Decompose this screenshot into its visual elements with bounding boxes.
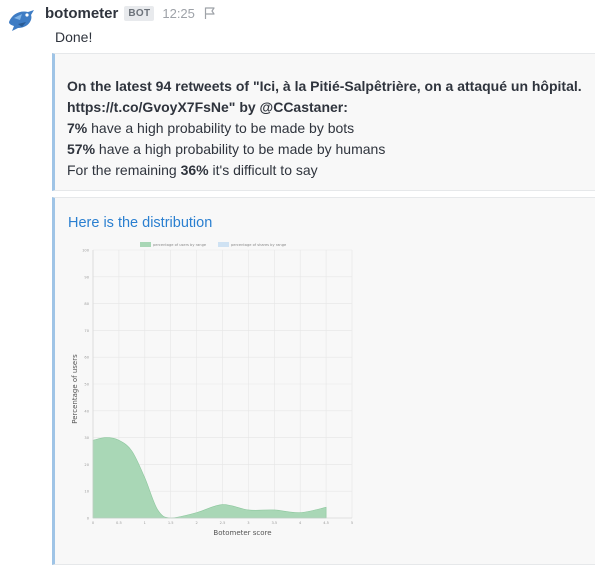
x-tick-label: 3	[247, 521, 249, 525]
distribution-title[interactable]: Here is the distribution	[68, 215, 212, 231]
y-tick-label: 60	[84, 356, 89, 360]
distribution-attachment: Here is the distribution 0 10 20 30 40 50 60 70…	[52, 197, 595, 565]
bots-percentage: 7%	[67, 120, 88, 136]
y-tick-label: 80	[84, 302, 89, 306]
bot-badge: BOT	[124, 5, 155, 21]
summary-line-2: https://t.co/GvoyX7FsNe" by @CCastaner:	[67, 99, 348, 115]
x-tick-label: 0	[92, 521, 95, 525]
humans-line: 57% have a high probability to be made b…	[67, 139, 595, 160]
x-tick-label: 3.5	[271, 521, 277, 525]
remaining-suffix: it's difficult to say	[208, 162, 318, 178]
x-tick-label: 1	[144, 521, 146, 525]
flag-icon[interactable]	[203, 6, 217, 20]
humans-percentage: 57%	[67, 141, 96, 157]
x-tick-label: 2.5	[220, 521, 226, 525]
x-tick-label: 4	[299, 521, 302, 525]
y-tick-label: 50	[84, 383, 89, 387]
bot-avatar[interactable]	[6, 4, 36, 34]
legend-swatch	[140, 242, 151, 247]
legend-swatch	[218, 242, 229, 247]
y-tick-label: 100	[82, 249, 90, 253]
bots-text: have a high probability to be made by bo…	[87, 120, 355, 136]
message-header: botometer BOT 12:25	[45, 3, 217, 23]
x-tick-label: 1.5	[168, 521, 174, 525]
chart-svg: 0 10 20 30 40 50 60 70 80 90 100 0 0.5 1 1.5 2 2.5 3 3.5 4 4…	[71, 242, 353, 537]
remaining-prefix: For the remaining	[67, 162, 181, 178]
legend-label: percentage of shares by range	[231, 243, 287, 247]
message-time[interactable]: 12:25	[162, 6, 195, 21]
humans-text: have a high probability to be made by hu…	[95, 141, 386, 157]
y-tick-label: 90	[84, 275, 89, 279]
users-area-series	[92, 437, 327, 519]
remaining-percentage: 36%	[180, 162, 209, 178]
x-axis-title: Botometer score	[213, 529, 271, 537]
y-tick-label: 40	[84, 409, 89, 413]
x-tick-label: 2	[195, 521, 197, 525]
y-tick-label: 0	[87, 517, 90, 521]
username[interactable]: botometer	[45, 5, 118, 22]
y-tick-label: 30	[84, 436, 89, 440]
y-tick-label: 10	[84, 490, 89, 494]
message-text: Done!	[55, 29, 93, 45]
x-tick-label: 0.5	[116, 521, 122, 525]
y-tick-label: 70	[84, 329, 89, 333]
bots-line: 7% have a high probability to be made by…	[67, 118, 595, 139]
distribution-chart[interactable]: 0 10 20 30 40 50 60 70 80 90 100 0 0.5 1 1.5 2 2.5 3 3.5 4 4…	[68, 242, 373, 542]
bird-logo-icon	[9, 10, 34, 31]
x-tick-label: 4.5	[323, 521, 329, 525]
summary-line-1: On the latest 94 retweets of "Ici, à la …	[67, 78, 582, 94]
remaining-line: For the remaining 36% it's difficult to …	[67, 160, 595, 181]
summary-attachment: On the latest 94 retweets of "Ici, à la …	[52, 53, 595, 191]
x-tick-label: 5	[351, 521, 353, 525]
y-axis-title: Percentage of users	[71, 354, 79, 424]
legend-label: percentage of users by range	[153, 243, 207, 247]
y-tick-label: 20	[84, 463, 89, 467]
